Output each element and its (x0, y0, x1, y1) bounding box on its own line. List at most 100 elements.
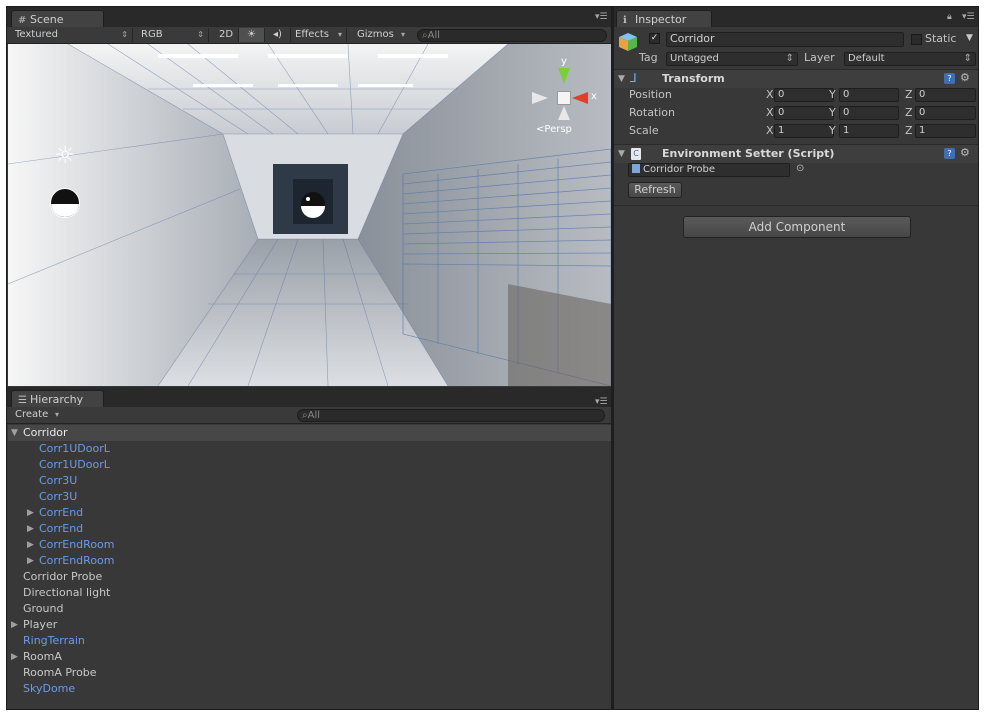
object-name-field[interactable]: Corridor (666, 32, 904, 47)
transform-fold-icon[interactable]: ▼ (618, 70, 625, 88)
env-setter-gear-icon[interactable]: ⚙ (960, 146, 970, 159)
hierarchy-item[interactable]: ▶ CorrEndRoom (8, 553, 611, 569)
hierarchy-item[interactable]: ▶ CorrEnd (8, 521, 611, 537)
collapsed-arrow-icon[interactable]: ▶ (11, 617, 18, 633)
color-mode-dropdown[interactable]: RGB ⇕ (137, 28, 209, 42)
hierarchy-item[interactable]: ▶ CorrEndRoom (8, 537, 611, 553)
static-label: Static (925, 32, 957, 45)
effects-dropdown[interactable]: Effects ▾ (291, 28, 347, 42)
env-setter-fold-icon[interactable]: ▼ (618, 145, 625, 163)
tab-inspector[interactable]: ℹ Inspector (616, 10, 712, 27)
hierarchy-item[interactable]: Corridor Probe (8, 569, 611, 585)
transform-title: Transform (662, 72, 725, 85)
color-mode-arrow-icon: ⇕ (197, 30, 204, 39)
orientation-gizmo[interactable]: y x <Persp (530, 56, 600, 138)
probe-gizmo-icon[interactable] (50, 188, 80, 218)
hierarchy-item[interactable]: ▶ Player (8, 617, 611, 633)
hierarchy-item-label: CorrEnd (39, 506, 84, 519)
gizmos-dropdown[interactable]: Gizmos ▾ (353, 28, 409, 42)
collapsed-arrow-icon[interactable]: ▶ (27, 505, 34, 521)
object-picker-icon[interactable]: ⊙ (796, 163, 804, 174)
scene-panel-menu-icon[interactable]: ▾☰ (595, 12, 609, 22)
scene-search-input[interactable]: ⌕All (417, 29, 607, 42)
hierarchy-item[interactable]: RoomA Probe (8, 665, 611, 681)
y-axis-cone-icon (558, 68, 570, 84)
scene-viewport[interactable]: ☼ y x <Persp (8, 44, 611, 386)
hierarchy-item[interactable]: ▶ RoomA (8, 649, 611, 665)
rotation-x-field[interactable]: 0 (774, 106, 834, 120)
mode-2d-label: 2D (219, 29, 234, 40)
hierarchy-item-label: Player (23, 618, 58, 631)
position-y-value: 0 (843, 89, 850, 100)
tag-dropdown[interactable]: Untagged ⇕ (666, 52, 798, 66)
gizmo-center-cube[interactable] (557, 91, 571, 105)
projection-label[interactable]: <Persp (536, 124, 572, 135)
tab-scene[interactable]: # Scene (11, 10, 104, 27)
position-y-field[interactable]: 0 (839, 88, 899, 102)
tab-hierarchy-label: Hierarchy (30, 393, 84, 406)
scene-search-text: All (427, 30, 441, 41)
env-setter-header[interactable]: ▼ C Environment Setter (Script) ? ⚙ (614, 144, 978, 163)
active-checkbox[interactable]: ✓ (649, 33, 660, 44)
hierarchy-search-input[interactable]: ⌕All (297, 409, 605, 422)
hierarchy-item[interactable]: Corr3U (8, 489, 611, 505)
sun-icon: ☀ (247, 29, 256, 40)
refresh-button[interactable]: Refresh (628, 182, 682, 198)
rotation-z-field[interactable]: 0 (915, 106, 976, 120)
probe-object-field[interactable]: Corridor Probe (628, 163, 790, 177)
rotation-x-label: X (766, 106, 774, 119)
rotation-z-label: Z (905, 106, 913, 119)
hierarchy-item[interactable]: Directional light (8, 585, 611, 601)
hierarchy-item[interactable]: Corr1UDoorL (8, 441, 611, 457)
scale-z-value: 1 (919, 125, 926, 136)
static-dropdown-arrow-icon[interactable]: ▼ (966, 33, 973, 43)
position-z-field[interactable]: 0 (915, 88, 976, 102)
env-setter-help-icon[interactable]: ? (944, 148, 955, 159)
expanded-arrow-icon[interactable]: ▼ (11, 425, 18, 441)
scene-audio-toggle[interactable]: ◂) (265, 28, 291, 42)
hierarchy-item-label: Corr3U (39, 474, 78, 487)
rotation-y-field[interactable]: 0 (839, 106, 899, 120)
layer-label: Layer (804, 51, 835, 64)
collapsed-arrow-icon[interactable]: ▶ (27, 537, 34, 553)
mode-2d-toggle[interactable]: 2D (215, 28, 239, 42)
hierarchy-search-text: All (307, 410, 321, 421)
transform-header[interactable]: ▼ ⅃ Transform ? ⚙ (614, 69, 978, 88)
transform-gear-icon[interactable]: ⚙ (960, 71, 970, 84)
corridor-render (8, 44, 611, 386)
layer-dropdown[interactable]: Default ⇕ (844, 52, 976, 66)
collapsed-arrow-icon[interactable]: ▶ (11, 649, 18, 665)
hierarchy-item[interactable]: Corr1UDoorL (8, 457, 611, 473)
add-component-button[interactable]: Add Component (683, 216, 911, 238)
hierarchy-item-corridor[interactable]: ▼ Corridor (8, 425, 611, 441)
create-dropdown[interactable]: Create ▾ (11, 408, 63, 422)
hierarchy-panel-menu-icon[interactable]: ▾☰ (595, 397, 609, 407)
light-gizmo-icon[interactable]: ☼ (50, 140, 80, 170)
scene-lighting-toggle[interactable]: ☀ (239, 28, 265, 42)
hierarchy-item-label: CorrEndRoom (39, 554, 115, 567)
hierarchy-item-label: Directional light (23, 586, 111, 599)
scale-x-field[interactable]: 1 (774, 124, 834, 138)
inspector-panel-menu-icon[interactable]: ▾☰ (962, 12, 976, 22)
collapsed-arrow-icon[interactable]: ▶ (27, 521, 34, 537)
lock-icon[interactable]: 🔒︎ (947, 12, 952, 22)
hierarchy-item[interactable]: SkyDome (8, 681, 611, 697)
collapsed-arrow-icon[interactable]: ▶ (27, 553, 34, 569)
probe-object-value: Corridor Probe (643, 164, 716, 175)
hierarchy-item-label: CorrEndRoom (39, 538, 115, 551)
transform-help-icon[interactable]: ? (944, 73, 955, 84)
render-mode-label: Textured (15, 29, 58, 40)
rotation-y-label: Y (829, 106, 836, 119)
scale-y-field[interactable]: 1 (839, 124, 899, 138)
scale-z-field[interactable]: 1 (915, 124, 976, 138)
position-x-field[interactable]: 0 (774, 88, 834, 102)
render-mode-dropdown[interactable]: Textured ⇕ (11, 28, 133, 42)
hierarchy-item[interactable]: Ground (8, 601, 611, 617)
hierarchy-item[interactable]: Corr3U (8, 473, 611, 489)
static-checkbox[interactable] (911, 34, 922, 45)
hierarchy-item[interactable]: ▶ CorrEnd (8, 505, 611, 521)
scale-label: Scale (629, 124, 659, 137)
hierarchy-item[interactable]: RingTerrain (8, 633, 611, 649)
x-axis-cone-icon (572, 92, 588, 104)
tab-hierarchy[interactable]: ☰ Hierarchy (11, 390, 104, 407)
